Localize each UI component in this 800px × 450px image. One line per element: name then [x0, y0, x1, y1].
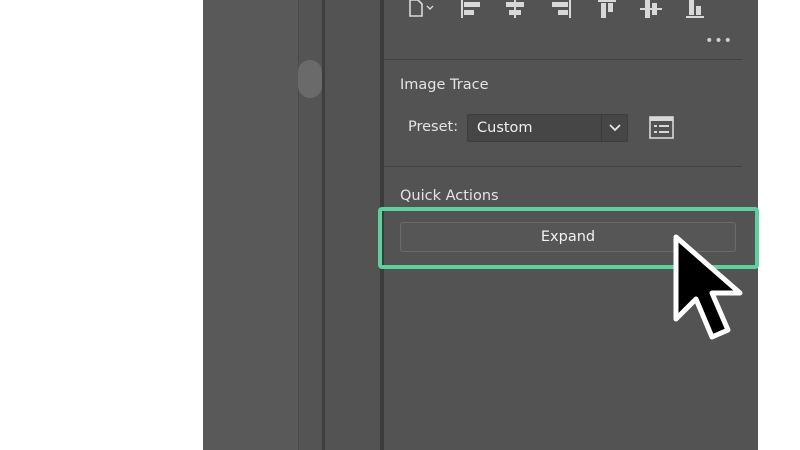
panel-dock-column: [325, 0, 380, 450]
quick-actions-heading: Quick Actions: [400, 188, 499, 204]
section-divider: [384, 166, 742, 167]
align-top-icon[interactable]: [596, 0, 618, 18]
align-right-icon[interactable]: [550, 0, 572, 18]
scrollbar-thumb[interactable]: [298, 60, 322, 98]
align-to-dropdown-icon[interactable]: [408, 0, 434, 18]
align-vertical-center-icon[interactable]: [640, 0, 662, 18]
align-horizontal-center-icon[interactable]: [504, 0, 526, 18]
workspace-column: [203, 0, 298, 450]
more-options-icon[interactable]: •••: [705, 34, 732, 48]
chevron-down-icon[interactable]: [601, 115, 627, 141]
preset-dropdown[interactable]: Custom: [467, 114, 628, 142]
expand-button[interactable]: Expand: [400, 222, 736, 252]
artboard-canvas[interactable]: [0, 0, 203, 450]
screen-margin: [758, 0, 800, 450]
section-divider: [384, 59, 742, 60]
image-trace-heading: Image Trace: [400, 77, 489, 93]
trace-options-panel-icon[interactable]: [648, 116, 676, 140]
align-bottom-icon[interactable]: [684, 0, 706, 18]
preset-selected-value: Custom: [477, 120, 533, 136]
preset-label: Preset:: [408, 119, 459, 135]
align-left-icon[interactable]: [460, 0, 482, 18]
align-toolbar: [384, 0, 758, 22]
properties-panel: ••• Image Trace Preset: Custom Quick Act…: [378, 0, 759, 450]
